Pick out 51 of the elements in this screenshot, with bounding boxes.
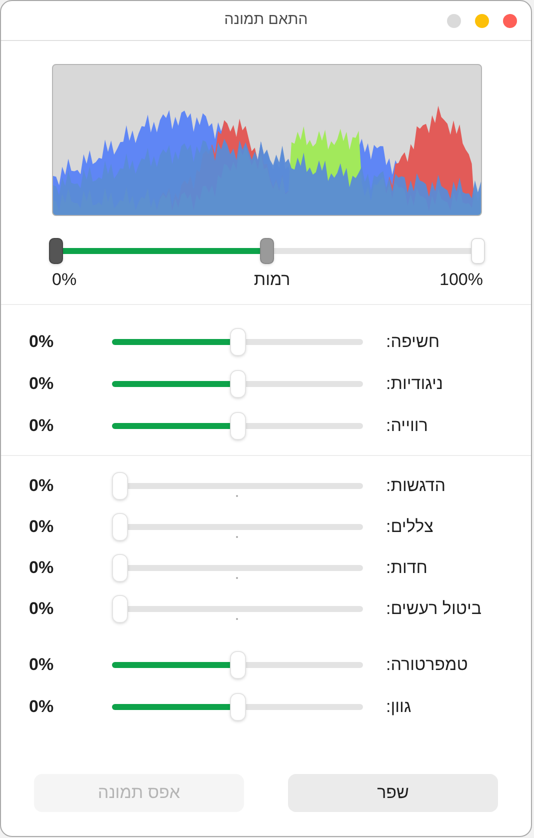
slider-thumb[interactable] bbox=[230, 693, 246, 721]
slider-thumb[interactable] bbox=[230, 412, 246, 440]
window-title: התאם תמונה bbox=[224, 10, 308, 30]
levels-label: רמות bbox=[254, 269, 290, 292]
value-text: 0% bbox=[29, 696, 55, 718]
slider[interactable] bbox=[112, 512, 363, 540]
slider[interactable] bbox=[112, 370, 363, 398]
slider-label: רווייה: bbox=[386, 415, 429, 438]
slider-label: טמפרטורה: bbox=[386, 654, 469, 676]
value-text: 0% bbox=[29, 415, 55, 438]
slider-label: ביטול רעשים: bbox=[386, 598, 483, 620]
slider-label: צללים: bbox=[386, 516, 434, 538]
action-button[interactable]: שפר bbox=[288, 774, 498, 812]
slider[interactable] bbox=[112, 693, 363, 721]
value-text: 0% bbox=[29, 556, 55, 579]
levels-thumb[interactable] bbox=[49, 238, 63, 264]
slider[interactable] bbox=[112, 651, 363, 679]
slider-thumb[interactable] bbox=[230, 651, 246, 679]
center-tick bbox=[236, 618, 238, 620]
max-label: 100% bbox=[440, 269, 483, 292]
value-text: 0% bbox=[29, 654, 55, 676]
slider[interactable] bbox=[112, 554, 363, 582]
close-icon[interactable] bbox=[503, 14, 517, 28]
value-text: 0% bbox=[29, 331, 55, 354]
slider-label: ניגודיות: bbox=[386, 373, 444, 396]
levels-slider[interactable] bbox=[49, 238, 485, 264]
value-text: 0% bbox=[29, 474, 55, 497]
slider[interactable] bbox=[112, 594, 363, 622]
slider[interactable] bbox=[112, 412, 363, 440]
slider-label: חדות: bbox=[386, 556, 428, 579]
min-label: 0% bbox=[52, 269, 77, 292]
slider-label: גוון: bbox=[386, 696, 412, 718]
slider[interactable] bbox=[112, 328, 363, 356]
value-text: 0% bbox=[29, 373, 55, 396]
slider-thumb[interactable] bbox=[112, 472, 128, 500]
slider-thumb[interactable] bbox=[112, 594, 128, 622]
slider[interactable] bbox=[112, 472, 363, 500]
slider-label: חשיפה: bbox=[386, 331, 441, 354]
center-tick bbox=[236, 536, 238, 538]
minimize-icon[interactable] bbox=[475, 14, 489, 28]
levels-thumb[interactable] bbox=[260, 238, 274, 264]
slider-label: הדגשות: bbox=[386, 474, 446, 497]
center-tick bbox=[236, 576, 238, 578]
value-text: 0% bbox=[29, 516, 55, 538]
zoom-icon[interactable] bbox=[447, 14, 461, 28]
value-text: 0% bbox=[29, 598, 55, 620]
slider-thumb[interactable] bbox=[112, 554, 128, 582]
slider-thumb[interactable] bbox=[230, 328, 246, 356]
slider-thumb[interactable] bbox=[230, 370, 246, 398]
slider-thumb[interactable] bbox=[112, 512, 128, 540]
center-tick bbox=[236, 494, 238, 496]
